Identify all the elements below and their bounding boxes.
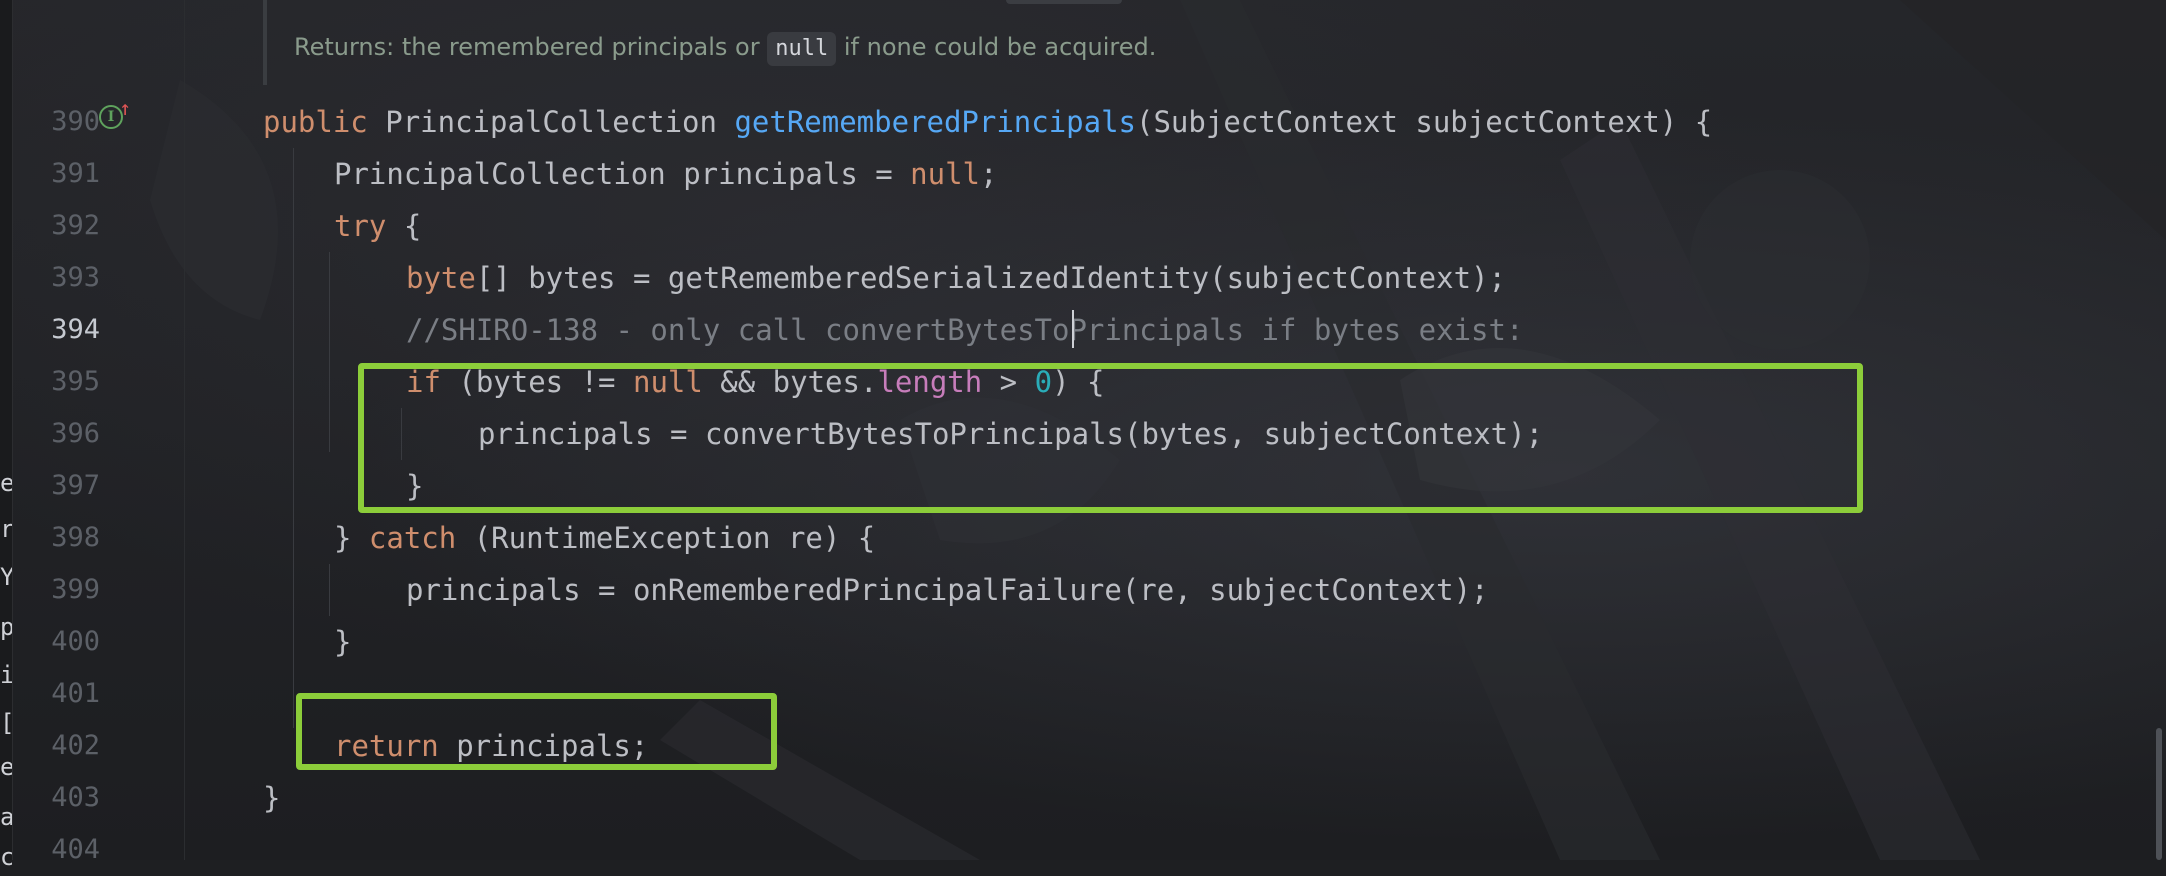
left-panel-char: a [0,803,12,831]
code-text: ; [980,157,998,191]
doc-comment-bar [263,0,267,85]
left-panel-char: e [0,469,12,497]
left-panel-char: e[ [0,753,12,781]
line-number[interactable]: 395 [12,356,100,408]
line-number[interactable]: 404 [12,824,100,876]
code-line-392[interactable]: try { [334,200,421,252]
top-tab-indicator [1006,0,1122,4]
left-panel-char: [ [0,708,12,738]
up-arrow-icon[interactable]: ↑ [119,98,131,118]
code-line-394-comment[interactable]: //SHIRO-138 - only call convertBytesToPr… [406,304,1523,356]
doc-inline-code: null [767,32,837,66]
indent-guide [329,252,330,452]
indent-guide [293,148,294,728]
highlight-box-if-block [358,363,1863,513]
code-line-390[interactable]: public PrincipalCollection getRemembered… [263,96,1712,148]
line-number[interactable]: 402 [12,720,100,772]
code-text: [] bytes = getRememberedSerializedIdenti… [475,261,1506,295]
code-line-398[interactable]: } catch (RuntimeException re) { [334,512,875,564]
line-number[interactable]: 391 [12,148,100,200]
gutter-divider [184,0,185,860]
code-line-399[interactable]: principals = onRememberedPrincipalFailur… [406,564,1489,616]
keyword-null: null [910,157,981,191]
line-number[interactable]: 396 [12,408,100,460]
return-type: PrincipalCollection [385,105,717,139]
rendered-doc-comment: Returns: the remembered principals or nu… [294,24,1156,70]
code-text: PrincipalCollection principals = [334,157,911,191]
method-name: getRememberedPrincipals [734,105,1137,139]
keyword: public [263,105,368,139]
text-caret [1072,310,1074,348]
line-number[interactable]: 400 [12,616,100,668]
doc-returns-suffix: if none could be acquired. [843,33,1157,61]
keyword-catch: catch [368,521,457,555]
code-line-400[interactable]: } [334,616,351,668]
line-number[interactable]: 390 [12,96,100,148]
left-panel-char: ic [0,661,12,689]
left-panel-char: r [0,515,12,543]
code-text: { [386,209,422,243]
line-number[interactable]: 397 [12,460,100,512]
method-params: (SubjectContext subjectContext) { [1136,105,1713,139]
line-number[interactable]: 401 [12,668,100,720]
highlight-box-return [296,693,777,770]
code-line-393[interactable]: byte[] bytes = getRememberedSerializedId… [406,252,1506,304]
code-line-403[interactable]: } [263,772,280,824]
line-number[interactable]: 393 [12,252,100,304]
code-text: (RuntimeException re) { [456,521,876,555]
indent-guide [329,564,330,616]
code-line-391[interactable]: PrincipalCollection principals = null; [334,148,997,200]
line-number-current[interactable]: 394 [12,304,100,356]
left-panel-char: Y [0,563,12,591]
vertical-scrollbar-thumb[interactable] [2156,728,2162,860]
keyword-try: try [334,209,387,243]
line-number[interactable]: 403 [12,772,100,824]
left-panel-char: c [0,843,12,871]
code-text: } [334,521,369,555]
left-panel-char: p [0,613,12,641]
keyword-byte: byte [406,261,476,295]
doc-returns-text: Returns: the remembered principals or [294,33,760,61]
line-number[interactable]: 392 [12,200,100,252]
line-number[interactable]: 399 [12,564,100,616]
line-number[interactable]: 398 [12,512,100,564]
